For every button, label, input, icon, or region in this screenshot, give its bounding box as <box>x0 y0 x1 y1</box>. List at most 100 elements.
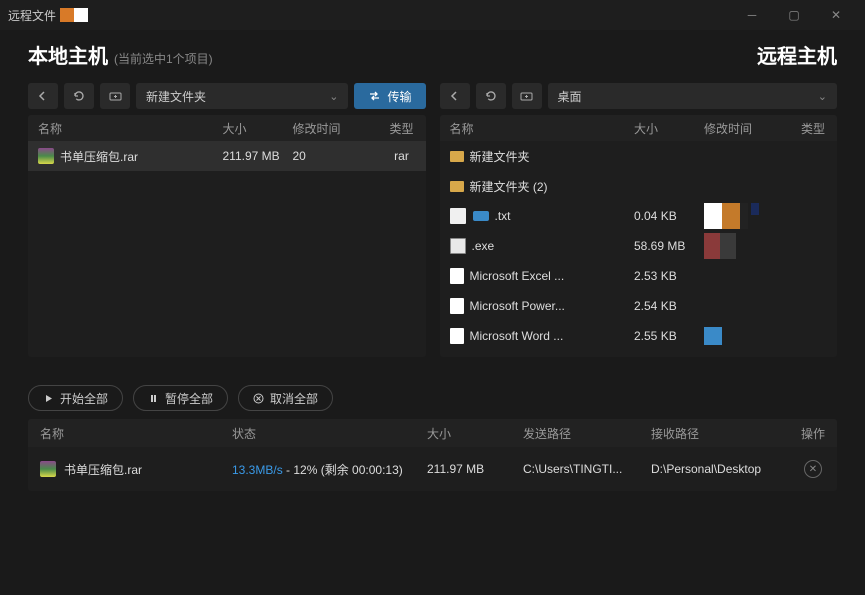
col-size[interactable]: 大小 <box>223 120 293 137</box>
play-icon <box>43 393 54 404</box>
chevron-down-icon: ⌄ <box>329 90 338 103</box>
local-host-title: 本地主机 <box>28 40 108 69</box>
table-row[interactable]: Microsoft Power... 2.54 KB <box>440 291 838 321</box>
file-name: Microsoft Power... <box>470 299 565 313</box>
pixel-block <box>704 203 789 229</box>
tcol-op[interactable]: 操作 <box>789 425 837 442</box>
remote-newfolder-button[interactable] <box>512 83 542 109</box>
cancel-transfer-button[interactable]: ✕ <box>804 460 822 478</box>
cancel-icon <box>253 393 264 404</box>
remote-panel: 桌面 ⌄ 名称 大小 修改时间 类型 新建文件夹新建文件夹 (2) .txt 0.0… <box>440 83 838 357</box>
file-date <box>704 203 789 229</box>
transfer-button[interactable]: 传输 <box>354 83 425 109</box>
file-date: 20 <box>293 149 378 163</box>
local-table-header: 名称 大小 修改时间 类型 <box>28 115 426 141</box>
chevron-down-icon: ⌄ <box>818 90 827 103</box>
local-back-button[interactable] <box>28 83 58 109</box>
table-row[interactable]: Microsoft Word ...2.55 KB <box>440 321 838 351</box>
file-date <box>704 233 789 259</box>
titlebar-title: 远程文件 <box>8 7 56 24</box>
header: 本地主机 (当前选中1个项目) 远程主机 <box>0 30 865 83</box>
file-size: 2.53 KB <box>634 269 704 283</box>
transfer-dst: D:\Personal\Desktop <box>651 462 789 476</box>
start-all-button[interactable]: 开始全部 <box>28 385 123 411</box>
file-size: 2.54 KB <box>634 299 704 313</box>
tcol-name[interactable]: 名称 <box>28 425 232 442</box>
doc-icon <box>450 298 464 314</box>
file-name: .exe <box>472 239 495 253</box>
table-row[interactable]: 新建文件夹 <box>440 141 838 171</box>
doc-icon <box>450 328 464 344</box>
transfer-actions: 开始全部 暂停全部 取消全部 <box>0 357 865 419</box>
tcol-size[interactable]: 大小 <box>427 425 523 442</box>
table-row[interactable]: 新建文件夹 (2) <box>440 171 838 201</box>
col-type[interactable]: 类型 <box>378 120 426 137</box>
pause-icon <box>148 393 159 404</box>
col-name[interactable]: 名称 <box>440 120 635 137</box>
remote-refresh-button[interactable] <box>476 83 506 109</box>
folder-icon <box>450 181 464 192</box>
remote-back-button[interactable] <box>440 83 470 109</box>
close-button[interactable]: ✕ <box>815 0 857 30</box>
file-date <box>704 327 789 345</box>
local-selection-sub: (当前选中1个项目) <box>114 50 213 67</box>
transfer-table-body: 书单压缩包.rar13.3MB/s - 12% (剩余 00:00:13)211… <box>28 447 837 491</box>
file-name: Microsoft Excel ... <box>470 269 565 283</box>
exe-icon <box>450 238 466 254</box>
transfer-src: C:\Users\TINGTI... <box>523 462 651 476</box>
local-refresh-button[interactable] <box>64 83 94 109</box>
file-name: .txt <box>495 209 511 223</box>
table-row[interactable]: 书单压缩包.rar 211.97 MB20rar <box>28 141 426 171</box>
txt-icon <box>450 208 466 224</box>
col-date[interactable]: 修改时间 <box>704 120 789 137</box>
doc-icon <box>450 268 464 284</box>
transfer-name: 书单压缩包.rar <box>64 461 142 478</box>
minimize-button[interactable]: ─ <box>731 0 773 30</box>
remote-path-select[interactable]: 桌面 ⌄ <box>548 83 838 109</box>
tcol-dst[interactable]: 接收路径 <box>651 425 789 442</box>
local-path-select[interactable]: 新建文件夹 ⌄ <box>136 83 348 109</box>
tcol-status[interactable]: 状态 <box>232 425 427 442</box>
cancel-all-button[interactable]: 取消全部 <box>238 385 333 411</box>
local-newfolder-button[interactable] <box>100 83 130 109</box>
titlebar: 远程文件 ─ ▢ ✕ <box>0 0 865 30</box>
rar-icon <box>40 461 56 477</box>
remote-host-title: 远程主机 <box>757 40 837 69</box>
file-type: rar <box>378 149 426 163</box>
col-size[interactable]: 大小 <box>634 120 704 137</box>
transfer-table-header: 名称 状态 大小 发送路径 接收路径 操作 <box>28 419 837 447</box>
local-table-body: 书单压缩包.rar 211.97 MB20rar <box>28 141 426 357</box>
file-size: 211.97 MB <box>223 149 293 163</box>
transfer-speed: 13.3MB/s <box>232 463 283 477</box>
remote-table-header: 名称 大小 修改时间 类型 <box>440 115 838 141</box>
transfer-icon <box>368 90 381 102</box>
col-type[interactable]: 类型 <box>789 120 837 137</box>
transfer-progress: - 12% (剩余 00:00:13) <box>283 463 403 477</box>
transfer-status: 13.3MB/s - 12% (剩余 00:00:13) <box>232 461 427 478</box>
local-path-label: 新建文件夹 <box>146 88 206 105</box>
transfer-size: 211.97 MB <box>427 462 523 476</box>
col-date[interactable]: 修改时间 <box>293 120 378 137</box>
col-name[interactable]: 名称 <box>28 120 223 137</box>
file-size: 2.55 KB <box>634 329 704 343</box>
remote-table-body: 新建文件夹新建文件夹 (2) .txt 0.04 KB .exe 58.69 MB Mic… <box>440 141 838 357</box>
maximize-button[interactable]: ▢ <box>773 0 815 30</box>
file-size: 0.04 KB <box>634 209 704 223</box>
titlebar-logo-block <box>60 8 88 22</box>
file-name: 新建文件夹 (2) <box>470 178 548 195</box>
table-row[interactable]: .exe 58.69 MB <box>440 231 838 261</box>
transfer-label: 传输 <box>387 88 411 105</box>
remote-path-label: 桌面 <box>558 88 582 105</box>
pause-all-button[interactable]: 暂停全部 <box>133 385 228 411</box>
pixel-block <box>704 327 789 345</box>
file-name: 新建文件夹 <box>470 148 530 165</box>
file-size: 58.69 MB <box>634 239 704 253</box>
table-row[interactable]: .txt 0.04 KB <box>440 201 838 231</box>
rar-icon <box>38 148 54 164</box>
window-controls: ─ ▢ ✕ <box>731 0 857 30</box>
folder-icon <box>450 151 464 162</box>
table-row[interactable]: Microsoft Excel ... 2.53 KB <box>440 261 838 291</box>
transfer-row[interactable]: 书单压缩包.rar13.3MB/s - 12% (剩余 00:00:13)211… <box>28 447 837 491</box>
file-name: 书单压缩包.rar <box>60 148 138 165</box>
tcol-src[interactable]: 发送路径 <box>523 425 651 442</box>
